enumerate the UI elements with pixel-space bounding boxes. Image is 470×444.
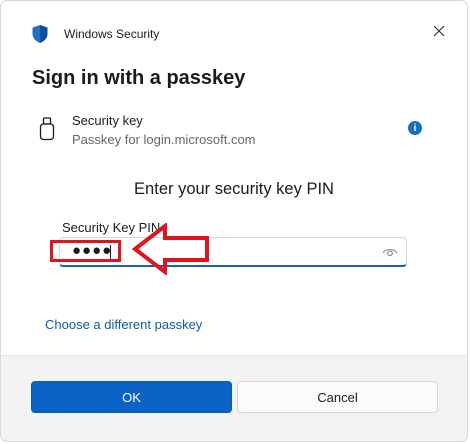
security-key-title: Security key xyxy=(72,113,143,128)
arrow-left-icon xyxy=(131,221,211,277)
title-bar: Windows Security xyxy=(1,1,467,65)
page-title: Sign in with a passkey xyxy=(32,67,246,89)
usb-key-icon xyxy=(39,117,55,141)
security-key-row: Security key Passkey for login.microsoft… xyxy=(39,111,439,151)
info-icon[interactable]: i xyxy=(408,121,422,135)
choose-different-passkey-link[interactable]: Choose a different passkey xyxy=(45,317,202,332)
highlight-box xyxy=(50,240,121,262)
cancel-button[interactable]: Cancel xyxy=(237,381,438,413)
window-title: Windows Security xyxy=(64,27,160,41)
ok-button[interactable]: OK xyxy=(31,381,232,413)
close-icon xyxy=(433,24,445,42)
security-key-subtitle: Passkey for login.microsoft.com xyxy=(72,132,256,147)
pin-prompt: Enter your security key PIN xyxy=(134,180,334,198)
windows-security-dialog: Windows Security Sign in with a passkey … xyxy=(0,0,468,442)
eye-icon[interactable] xyxy=(382,245,398,259)
dialog-footer: OK Cancel xyxy=(1,355,467,441)
close-button[interactable] xyxy=(425,19,453,47)
shield-icon xyxy=(31,24,49,44)
